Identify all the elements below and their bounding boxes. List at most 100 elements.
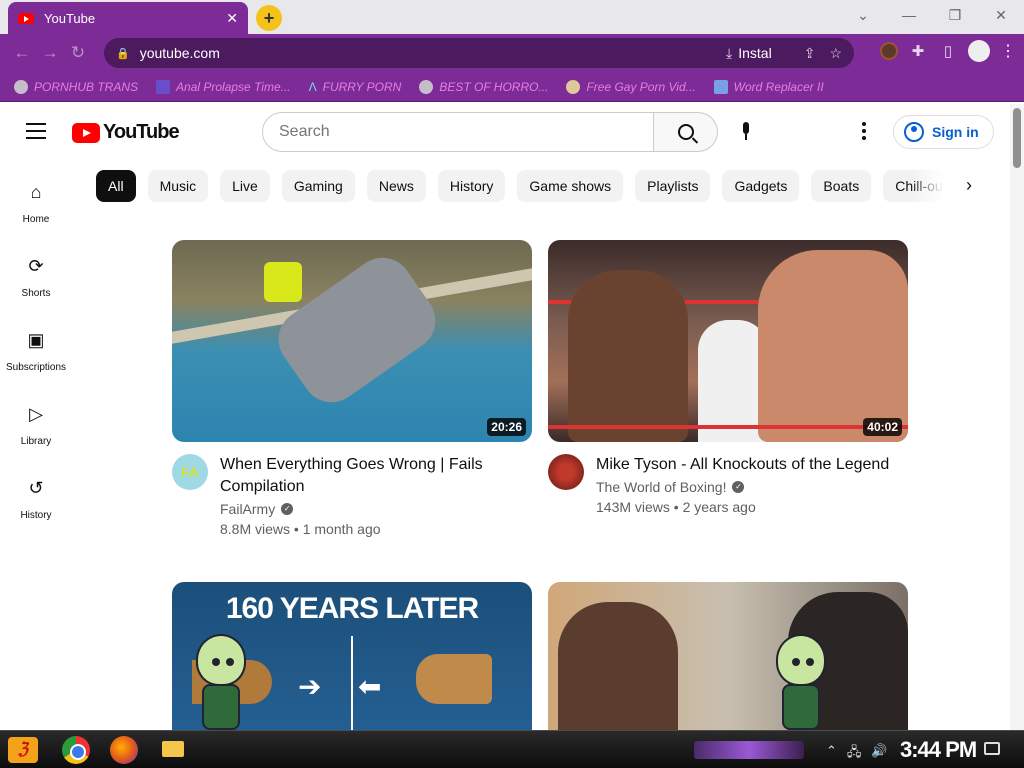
bookmarks-bar: PORNHUB TRANS Anal Prolapse Time... Λ FUR… [0, 72, 1024, 102]
video-card[interactable] [548, 582, 908, 730]
video-card[interactable]: 40:02 Mike Tyson - All Knockouts of the … [548, 240, 908, 515]
video-thumbnail[interactable] [548, 582, 908, 730]
sidebar-label: Library [20, 436, 52, 447]
microphone-icon[interactable] [740, 122, 752, 142]
notifications-icon[interactable] [984, 742, 1000, 755]
thumb-detail [264, 262, 302, 302]
video-meta: FA When Everything Goes Wrong | Fails Co… [172, 454, 532, 537]
chevron-right-icon[interactable]: › [966, 175, 972, 196]
browser-menu-icon[interactable]: ⋮ [1000, 41, 1016, 61]
address-bar[interactable]: 🔒 youtube.com ⤓ Instal ⇪ ☆ [104, 38, 854, 68]
youtube-logo[interactable]: YouTube [72, 121, 180, 144]
video-duration: 40:02 [863, 418, 902, 436]
video-title[interactable]: Mike Tyson - All Knockouts of the Legend [596, 454, 908, 476]
close-window-button[interactable]: ✕ [978, 0, 1024, 34]
verified-check-icon: ✓ [732, 481, 745, 493]
bookmark-item[interactable]: Word Replacer II [713, 79, 824, 94]
extension-avatar-icon[interactable] [880, 42, 898, 60]
thumb-detail [758, 250, 908, 442]
chip-history[interactable]: History [437, 170, 506, 202]
scrollbar-track[interactable] [1010, 104, 1024, 730]
chip-music[interactable]: Music [147, 170, 209, 202]
search-button[interactable] [654, 112, 718, 152]
chip-all[interactable]: All [96, 170, 136, 202]
chip-news[interactable]: News [366, 170, 426, 202]
file-explorer-taskbar-icon[interactable] [162, 741, 184, 757]
tab-youtube[interactable]: YouTube ✕ [8, 2, 248, 34]
channel-avatar[interactable]: FA [172, 454, 208, 490]
sidebar-item-history[interactable]: ↺ History [0, 466, 72, 540]
channel-name-row[interactable]: The World of Boxing! ✓ [596, 479, 908, 495]
bookmark-item[interactable]: Λ FURRY PORN [309, 80, 402, 94]
profile-icon[interactable] [968, 40, 990, 62]
video-card[interactable]: 160 YEARS LATER ➔ ⬅ [172, 582, 532, 730]
install-icon[interactable]: ⤓ [726, 45, 732, 62]
tray-chevron-icon[interactable]: ⌃ [826, 743, 837, 765]
start-button[interactable]: ℨ [8, 737, 38, 763]
chip-gadgets[interactable]: Gadgets [722, 170, 800, 202]
side-panel-icon[interactable]: ▯ [938, 42, 958, 60]
channel-name-row[interactable]: FailArmy ✓ [220, 501, 532, 517]
channel-name[interactable]: FailArmy [220, 501, 275, 517]
video-stats: 143M views • 2 years ago [596, 499, 756, 515]
volume-icon[interactable]: 🔊 [871, 743, 887, 765]
video-thumbnail[interactable]: 20:26 [172, 240, 532, 442]
firefox-taskbar-icon[interactable] [110, 736, 138, 764]
install-button[interactable]: Instal [738, 45, 771, 61]
chip-playlists[interactable]: Playlists [635, 170, 711, 202]
thumb-detail [416, 654, 492, 704]
globe-icon [419, 79, 434, 94]
search-box [262, 112, 718, 152]
bookmark-item[interactable]: Anal Prolapse Time... [156, 79, 291, 94]
video-card[interactable]: 20:26 FA When Everything Goes Wrong | Fa… [172, 240, 532, 537]
thumb-detail [351, 636, 353, 730]
video-thumbnail[interactable]: 40:02 [548, 240, 908, 442]
browser-toolbar: ← → ↻ 🔒 youtube.com ⤓ Instal ⇪ ☆ ✚ ▯ ⋮ [0, 34, 1024, 72]
network-icon[interactable]: 🖧 [847, 743, 862, 765]
bookmark-star-icon[interactable]: ☆ [829, 45, 842, 62]
tab-search-icon[interactable]: ⌄ [840, 0, 886, 34]
bookmark-item[interactable]: Free Gay Porn Vid... [566, 79, 696, 94]
sign-in-button[interactable]: Sign in [893, 115, 994, 149]
search-input[interactable] [262, 112, 654, 152]
sidebar-label: Shorts [21, 288, 51, 299]
bookmark-item[interactable]: BEST OF HORRO... [419, 79, 548, 94]
sidebar-item-subscriptions[interactable]: ▣ Subscriptions [0, 318, 72, 392]
sidebar-item-home[interactable]: ⌂ Home [0, 170, 72, 244]
back-icon[interactable]: ← [8, 43, 36, 63]
youtube-header: YouTube Sign in [0, 104, 1010, 160]
address-url[interactable]: youtube.com [140, 45, 712, 61]
extensions-puzzle-icon[interactable]: ✚ [908, 42, 928, 60]
tab-close-icon[interactable]: ✕ [226, 10, 238, 27]
channel-avatar[interactable] [548, 454, 584, 490]
minimize-button[interactable]: — [886, 0, 932, 34]
sidebar-item-library[interactable]: ▷ Library [0, 392, 72, 466]
thumb-detail [548, 425, 908, 429]
globe-icon [14, 79, 28, 94]
chip-boats[interactable]: Boats [811, 170, 872, 202]
settings-more-icon[interactable] [862, 122, 866, 143]
hamburger-menu-icon[interactable] [26, 123, 46, 139]
sidebar-label: Home [22, 214, 50, 225]
scrollbar-thumb[interactable] [1013, 108, 1021, 168]
chip-live[interactable]: Live [220, 170, 270, 202]
chip-gaming[interactable]: Gaming [281, 170, 355, 202]
video-meta: Mike Tyson - All Knockouts of the Legend… [548, 454, 908, 515]
restore-button[interactable]: ❐ [932, 0, 978, 34]
lock-icon[interactable]: 🔒 [116, 47, 130, 60]
sidebar-item-shorts[interactable]: ⟳ Shorts [0, 244, 72, 318]
bookmark-label: PORNHUB TRANS [34, 79, 139, 94]
window-controls: ⌄ — ❐ ✕ [840, 0, 1024, 34]
chip-game-shows[interactable]: Game shows [517, 170, 624, 202]
reload-icon[interactable]: ↻ [64, 43, 92, 63]
new-tab-button[interactable]: + [256, 5, 282, 31]
video-title[interactable]: When Everything Goes Wrong | Fails Compi… [220, 454, 532, 498]
bookmark-item[interactable]: PORNHUB TRANS [14, 79, 139, 94]
home-icon: ⌂ [30, 182, 42, 202]
share-icon[interactable]: ⇪ [804, 45, 816, 62]
video-thumbnail[interactable]: 160 YEARS LATER ➔ ⬅ [172, 582, 532, 730]
chrome-taskbar-icon[interactable] [62, 736, 90, 764]
clock[interactable]: 3:44 PM [900, 737, 977, 763]
channel-name[interactable]: The World of Boxing! [596, 479, 726, 495]
forward-icon[interactable]: → [36, 43, 64, 63]
